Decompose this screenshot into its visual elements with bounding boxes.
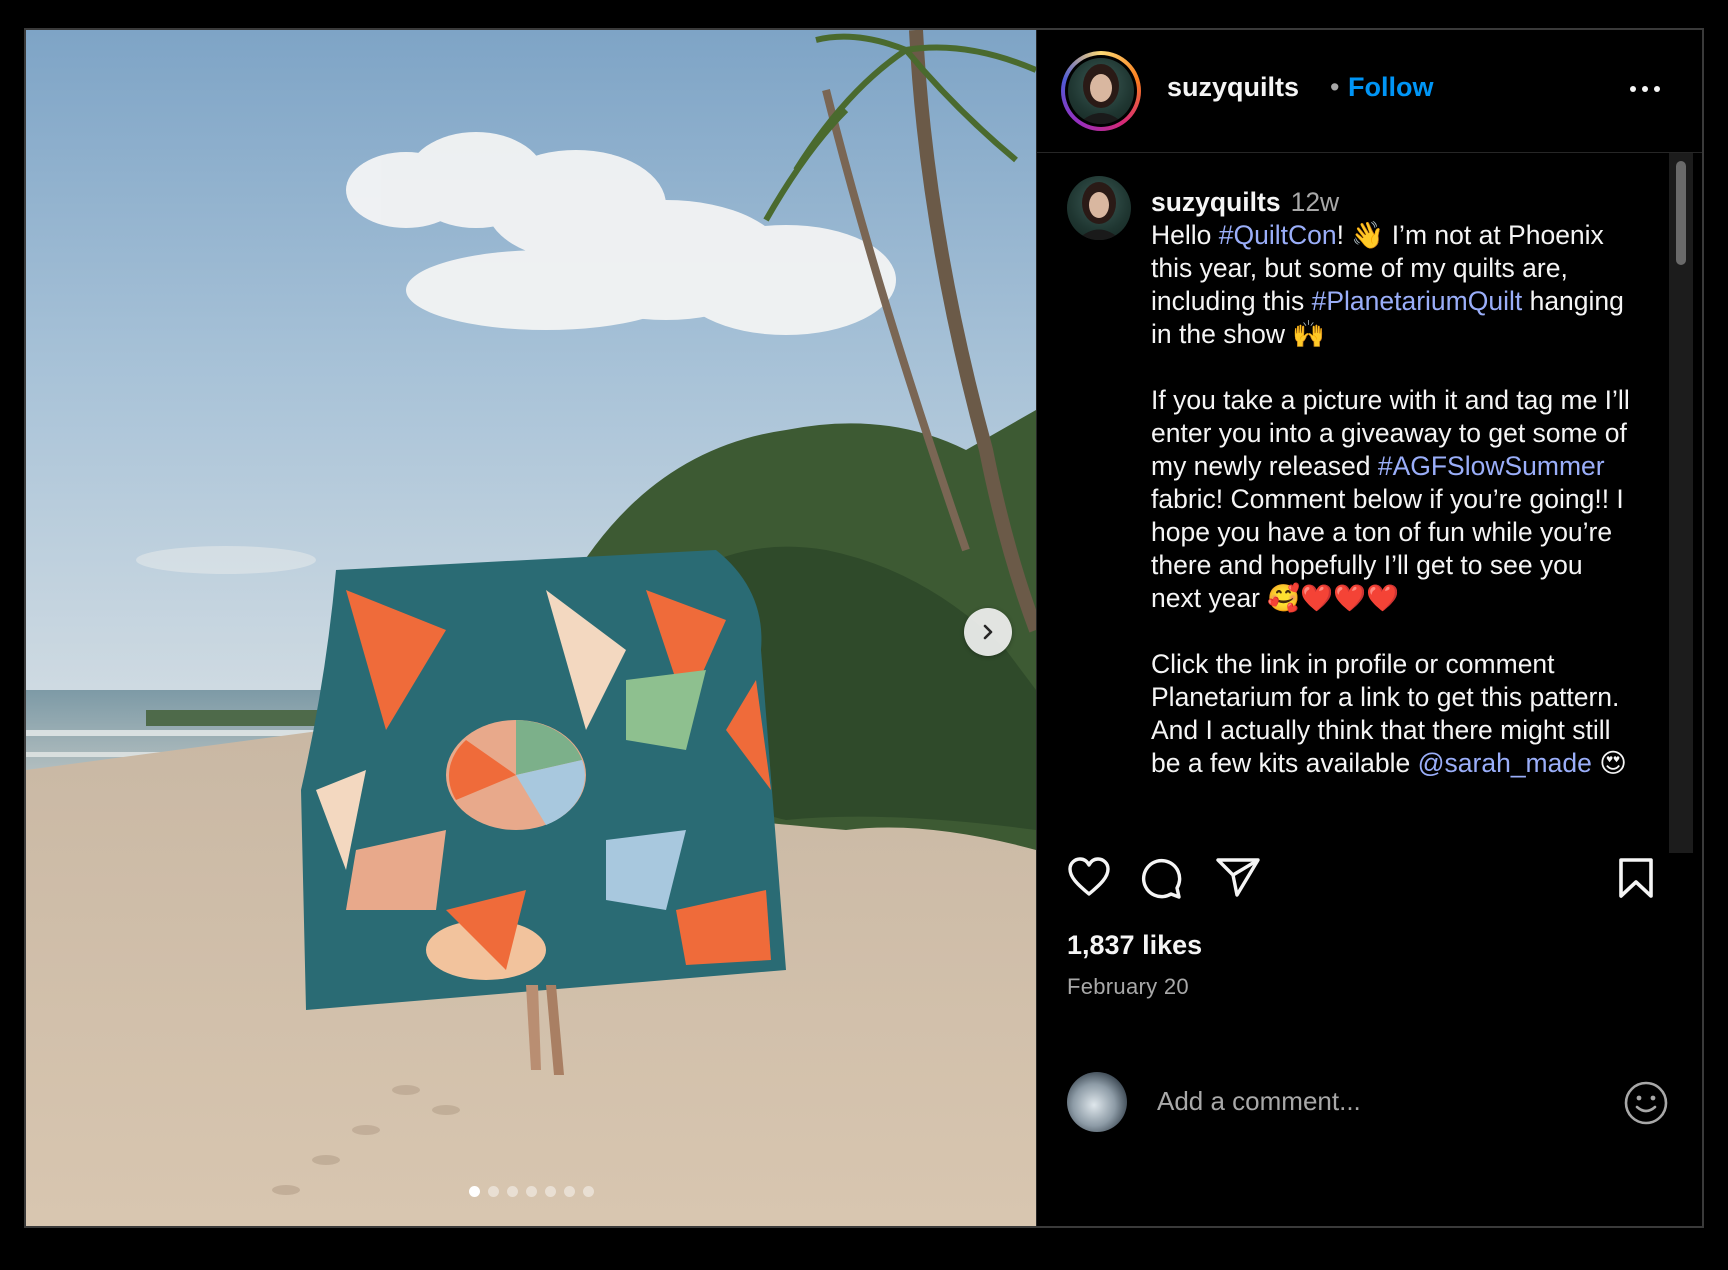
dot-icon [1654, 86, 1660, 92]
post-side-panel: suzyquilts • Follow suzyquilts 12w Hello … [1036, 30, 1702, 1226]
like-button[interactable] [1067, 856, 1111, 903]
carousel-dot [525, 1186, 537, 1197]
action-bar [1037, 856, 1702, 916]
mention-link[interactable]: @sarah_made [1418, 748, 1592, 778]
comment-input[interactable]: Add a comment... [1157, 1086, 1361, 1117]
carousel-dot [506, 1186, 518, 1197]
more-options-button[interactable] [1625, 74, 1665, 104]
bookmark-icon [1619, 858, 1653, 898]
carousel-dot [544, 1186, 556, 1197]
hashtag-link[interactable]: #QuiltCon [1219, 220, 1337, 250]
post-media[interactable] [26, 30, 1036, 1226]
story-ring[interactable] [1061, 51, 1141, 131]
emoji-button[interactable] [1623, 1080, 1669, 1131]
post-image [26, 30, 1036, 1226]
caption-username[interactable]: suzyquilts [1151, 187, 1281, 217]
profile-photo [1077, 182, 1121, 240]
carousel-dot [563, 1186, 575, 1197]
carousel-dot [582, 1186, 594, 1197]
comment-icon [1141, 858, 1182, 899]
smiley-icon [1624, 1081, 1668, 1125]
comment-bar: Add a comment... [1037, 1030, 1702, 1170]
caption-segment: 😍 [1591, 748, 1627, 778]
dot-icon [1630, 86, 1636, 92]
caption-timestamp[interactable]: 12w [1291, 187, 1340, 217]
save-button[interactable] [1617, 856, 1655, 905]
avatar[interactable] [1068, 58, 1134, 124]
hashtag-link[interactable]: #PlanetariumQuilt [1312, 286, 1523, 316]
carousel-dot [468, 1186, 480, 1197]
follow-button[interactable]: Follow [1348, 72, 1433, 103]
like-count[interactable]: 1,837 likes [1067, 930, 1202, 961]
post-date[interactable]: February 20 [1067, 974, 1189, 1000]
carousel-indicator [26, 1186, 1036, 1197]
profile-photo [1078, 64, 1124, 124]
heart-icon [1068, 857, 1110, 896]
current-user-avatar [1067, 1072, 1127, 1132]
post-header: suzyquilts • Follow [1037, 30, 1702, 153]
comment-button[interactable] [1139, 856, 1183, 905]
header-separator: • [1330, 72, 1340, 102]
hashtag-link[interactable]: #AGFSlowSummer [1378, 451, 1605, 481]
chevron-right-icon [983, 624, 993, 640]
caption-area[interactable]: suzyquilts 12w Hello #QuiltCon! 👋 I’m not… [1037, 153, 1702, 853]
caption-avatar[interactable] [1067, 176, 1131, 240]
scrollbar-thumb[interactable] [1676, 161, 1686, 265]
carousel-dot [487, 1186, 499, 1197]
header-username[interactable]: suzyquilts [1167, 72, 1299, 103]
share-icon [1216, 858, 1260, 897]
caption-scrollbar[interactable] [1669, 153, 1693, 853]
share-button[interactable] [1215, 856, 1261, 903]
caption-segment: Hello [1151, 220, 1219, 250]
quilt-shape [301, 550, 786, 1010]
caption-text: suzyquilts 12w Hello #QuiltCon! 👋 I’m not… [1151, 186, 1631, 780]
post-dialog: suzyquilts • Follow suzyquilts 12w Hello … [24, 28, 1704, 1228]
carousel-next-button[interactable] [964, 608, 1012, 656]
dot-icon [1642, 86, 1648, 92]
